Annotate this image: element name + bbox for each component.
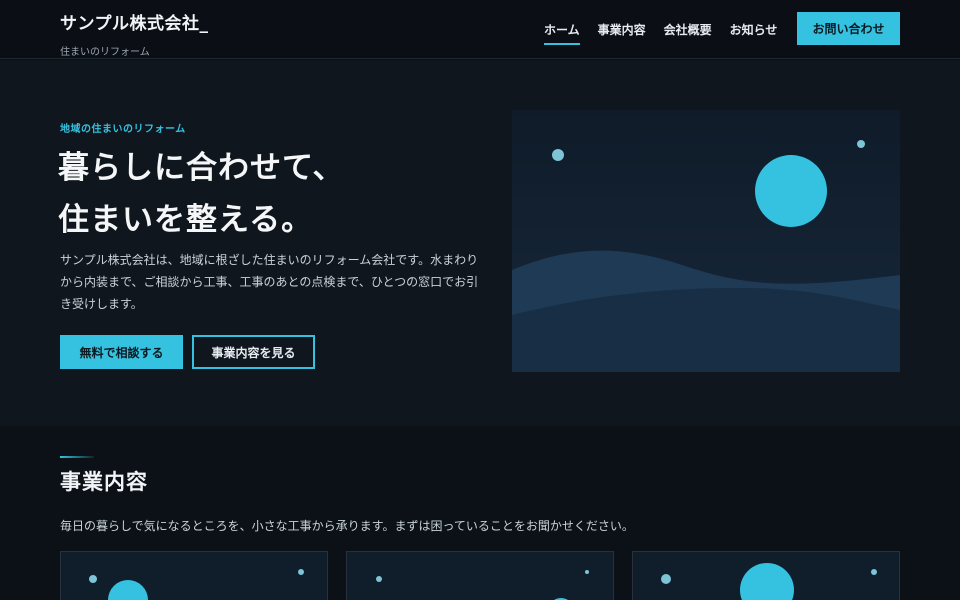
hero-title-line1: 暮らしに合わせて、 — [58, 150, 345, 186]
service-card[interactable] — [632, 551, 900, 600]
section-accent-line — [60, 456, 94, 458]
hero-eyebrow: 地域の住まいのリフォーム — [60, 124, 186, 135]
service-card[interactable] — [346, 551, 614, 600]
nav-item-services[interactable]: 事業内容 — [598, 21, 646, 38]
moon — [755, 155, 827, 227]
free-consultation-button[interactable]: 無料で相談する — [60, 335, 183, 369]
service-card[interactable] — [60, 551, 328, 600]
small-moon — [552, 149, 564, 161]
brand[interactable]: サンプル株式会社_ 住まいのリフォーム — [60, 9, 209, 58]
hero-description: サンプル株式会社は、地域に根ざした住まいのリフォーム会社です。水まわりから内装ま… — [60, 253, 479, 311]
nav-item-company[interactable]: 会社概要 — [664, 21, 712, 38]
nav-item-news[interactable]: お知らせ — [730, 21, 778, 38]
view-services-button[interactable]: 事業内容を見る — [192, 335, 315, 369]
services-description: 毎日の暮らしで気になるところを、小さな工事から承ります。まずは困っていることをお… — [60, 519, 634, 533]
star — [857, 140, 865, 148]
hero-title-line2: 住まいを整える。 — [58, 202, 314, 238]
service-card-illustration — [61, 552, 327, 600]
hero-section: 地域の住まいのリフォーム 暮らしに合わせて、 住まいを整える。 サンプル株式会社… — [0, 60, 960, 426]
brand-name[interactable]: サンプル株式会社_ — [60, 9, 209, 34]
brand-tagline: 住まいのリフォーム — [60, 47, 150, 58]
hero-illustration — [512, 110, 900, 372]
service-card-illustration — [633, 552, 899, 600]
nav-item-home[interactable]: ホーム — [544, 21, 580, 45]
site-header: サンプル株式会社_ 住まいのリフォーム ホーム 事業内容 会社概要 お知らせ お… — [0, 0, 960, 59]
main-nav: ホーム 事業内容 会社概要 お知らせ — [544, 21, 795, 45]
hero-title: 暮らしに合わせて、 住まいを整える。 — [58, 142, 344, 246]
service-card-illustration — [347, 552, 613, 600]
contact-button[interactable]: お問い合わせ — [797, 12, 900, 45]
services-title: 事業内容 — [60, 470, 148, 494]
